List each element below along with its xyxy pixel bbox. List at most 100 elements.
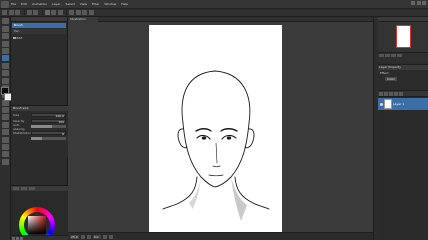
visibility-eye-icon[interactable] <box>380 102 383 106</box>
color-wheel-tab[interactable] <box>13 187 19 190</box>
size-value[interactable]: 100.0 <box>31 112 66 118</box>
opacity-value[interactable]: 100 <box>31 118 66 124</box>
airbrush-tool-icon[interactable] <box>1 77 9 84</box>
transform-icon[interactable] <box>57 10 63 15</box>
figure-tool-icon[interactable] <box>1 121 9 128</box>
tool-palette <box>0 17 12 240</box>
clear-icon[interactable] <box>44 10 50 15</box>
menu-layer[interactable]: Layer <box>52 2 60 6</box>
correct-line-tool-icon[interactable] <box>1 158 9 165</box>
fill-tool-icon[interactable] <box>1 107 9 114</box>
layer-color-button[interactable]: Color <box>385 77 397 81</box>
layer-property-panel: Layer Property Effect Color <box>378 64 428 86</box>
menu-view[interactable]: View <box>80 2 87 6</box>
brush-tool-icon[interactable] <box>1 70 9 77</box>
color-wheel-panel <box>11 185 68 240</box>
anti-alias-row: Anti-aliasing <box>11 122 68 131</box>
new-layer-icon[interactable] <box>379 92 383 96</box>
zoom-level[interactable]: 25.0 <box>70 234 79 239</box>
window-controls <box>411 1 426 5</box>
layer-panel: Layer 1 <box>378 90 428 240</box>
canvas-paper[interactable] <box>149 25 282 232</box>
edit-checkbox[interactable] <box>13 36 16 40</box>
menu-edit[interactable]: Edit <box>21 2 27 6</box>
ruler-icon[interactable] <box>75 10 81 15</box>
save-icon[interactable] <box>15 10 20 15</box>
right-panel: Layer Property Effect Color Layer 1 <box>378 17 428 240</box>
new-file-icon[interactable] <box>2 10 7 15</box>
operation-tool-icon[interactable] <box>1 33 9 40</box>
color-swap-icon[interactable] <box>16 236 19 240</box>
menu-filter[interactable]: Filter <box>92 2 99 6</box>
zoom-tool-icon[interactable] <box>1 18 9 25</box>
nav-zoom-in-icon[interactable] <box>385 54 390 57</box>
tool-property-panel: Brush size Size 100.0 Opacity 100 Anti-a… <box>11 105 68 157</box>
maximize-icon[interactable] <box>416 1 421 5</box>
menu-help[interactable]: Help <box>121 2 128 6</box>
size-label: Size <box>13 112 20 117</box>
redo-icon[interactable] <box>33 10 38 15</box>
nav-rotate-icon[interactable] <box>397 54 402 57</box>
ruler-tool-icon[interactable] <box>1 136 9 143</box>
anti-alias-slider[interactable] <box>31 125 66 128</box>
minimize-icon[interactable] <box>411 1 415 5</box>
undo-icon[interactable] <box>26 10 32 15</box>
guide-icon[interactable] <box>88 10 94 15</box>
grid-icon[interactable] <box>82 10 87 15</box>
snap-icon[interactable] <box>69 10 74 15</box>
sub-tool-header <box>11 17 67 22</box>
edit-checkbox-row[interactable]: Edit <box>13 36 65 40</box>
close-icon[interactable] <box>422 1 426 5</box>
stabilization-slider[interactable] <box>31 137 66 140</box>
sub-tool-item-pen[interactable]: Pen <box>12 29 66 34</box>
saturation-value-square[interactable] <box>28 216 46 234</box>
delete-layer-icon[interactable] <box>389 92 393 96</box>
gradient-tool-icon[interactable] <box>1 114 9 121</box>
sub-tool-panel: Brush Pen Edit Brush size Size 100.0 Opa… <box>11 17 68 240</box>
nav-zoom-out-icon[interactable] <box>379 54 384 57</box>
color-slider-tab[interactable] <box>29 187 35 190</box>
pen-tool-icon[interactable] <box>1 55 9 62</box>
fill-icon[interactable] <box>51 10 56 15</box>
layer-color-row: Color <box>378 76 428 82</box>
rotation-angle[interactable]: 0.0 <box>92 234 101 239</box>
rotate-left-icon[interactable] <box>102 234 107 239</box>
color-panel-footer <box>11 235 68 240</box>
canvas-area[interactable]: Illustration <box>68 17 373 232</box>
zoom-out-icon[interactable] <box>80 234 85 239</box>
zoom-in-icon[interactable] <box>86 234 91 239</box>
rotate-right-icon[interactable] <box>108 234 113 239</box>
eyedropper-tool-icon[interactable] <box>1 47 9 54</box>
move-tool-icon[interactable] <box>1 25 9 32</box>
color-mode-icon[interactable] <box>12 236 15 240</box>
lock-icon[interactable] <box>394 92 398 96</box>
clip-icon[interactable] <box>399 92 403 96</box>
layer-name[interactable]: Layer 1 <box>393 102 404 106</box>
open-file-icon[interactable] <box>8 10 14 15</box>
color-transparent-icon[interactable] <box>20 236 23 240</box>
navigator-thumbnail[interactable] <box>396 25 411 48</box>
pencil-tool-icon[interactable] <box>1 62 9 69</box>
new-folder-icon[interactable] <box>384 92 388 96</box>
layer-thumbnail <box>384 99 392 109</box>
menu-select[interactable]: Select <box>66 2 75 6</box>
anti-alias-fill <box>31 125 52 128</box>
nav-fit-icon[interactable] <box>391 54 396 57</box>
sub-tool-item-brush[interactable]: Brush <box>12 23 66 28</box>
frame-tool-icon[interactable] <box>1 129 9 136</box>
navigator-panel[interactable] <box>378 22 428 52</box>
canvas-tab[interactable]: Illustration <box>68 17 98 22</box>
selection-tool-icon[interactable] <box>1 40 9 47</box>
stabilization-fill <box>31 137 42 140</box>
anti-alias-label: Anti-aliasing <box>13 122 25 131</box>
text-tool-icon[interactable] <box>1 144 9 151</box>
color-set-tab[interactable] <box>21 187 27 190</box>
balloon-tool-icon[interactable] <box>1 151 9 158</box>
menu-file[interactable]: File <box>11 2 16 6</box>
layer-row[interactable]: Layer 1 <box>378 98 428 110</box>
menu-animation[interactable]: Animation <box>32 2 47 6</box>
effect-label: Effect <box>380 71 389 75</box>
stabilization-value[interactable]: 6 <box>31 130 66 136</box>
menu-window[interactable]: Window <box>104 2 116 6</box>
app-window: File Edit Animation Layer Select View Fi… <box>0 0 428 240</box>
